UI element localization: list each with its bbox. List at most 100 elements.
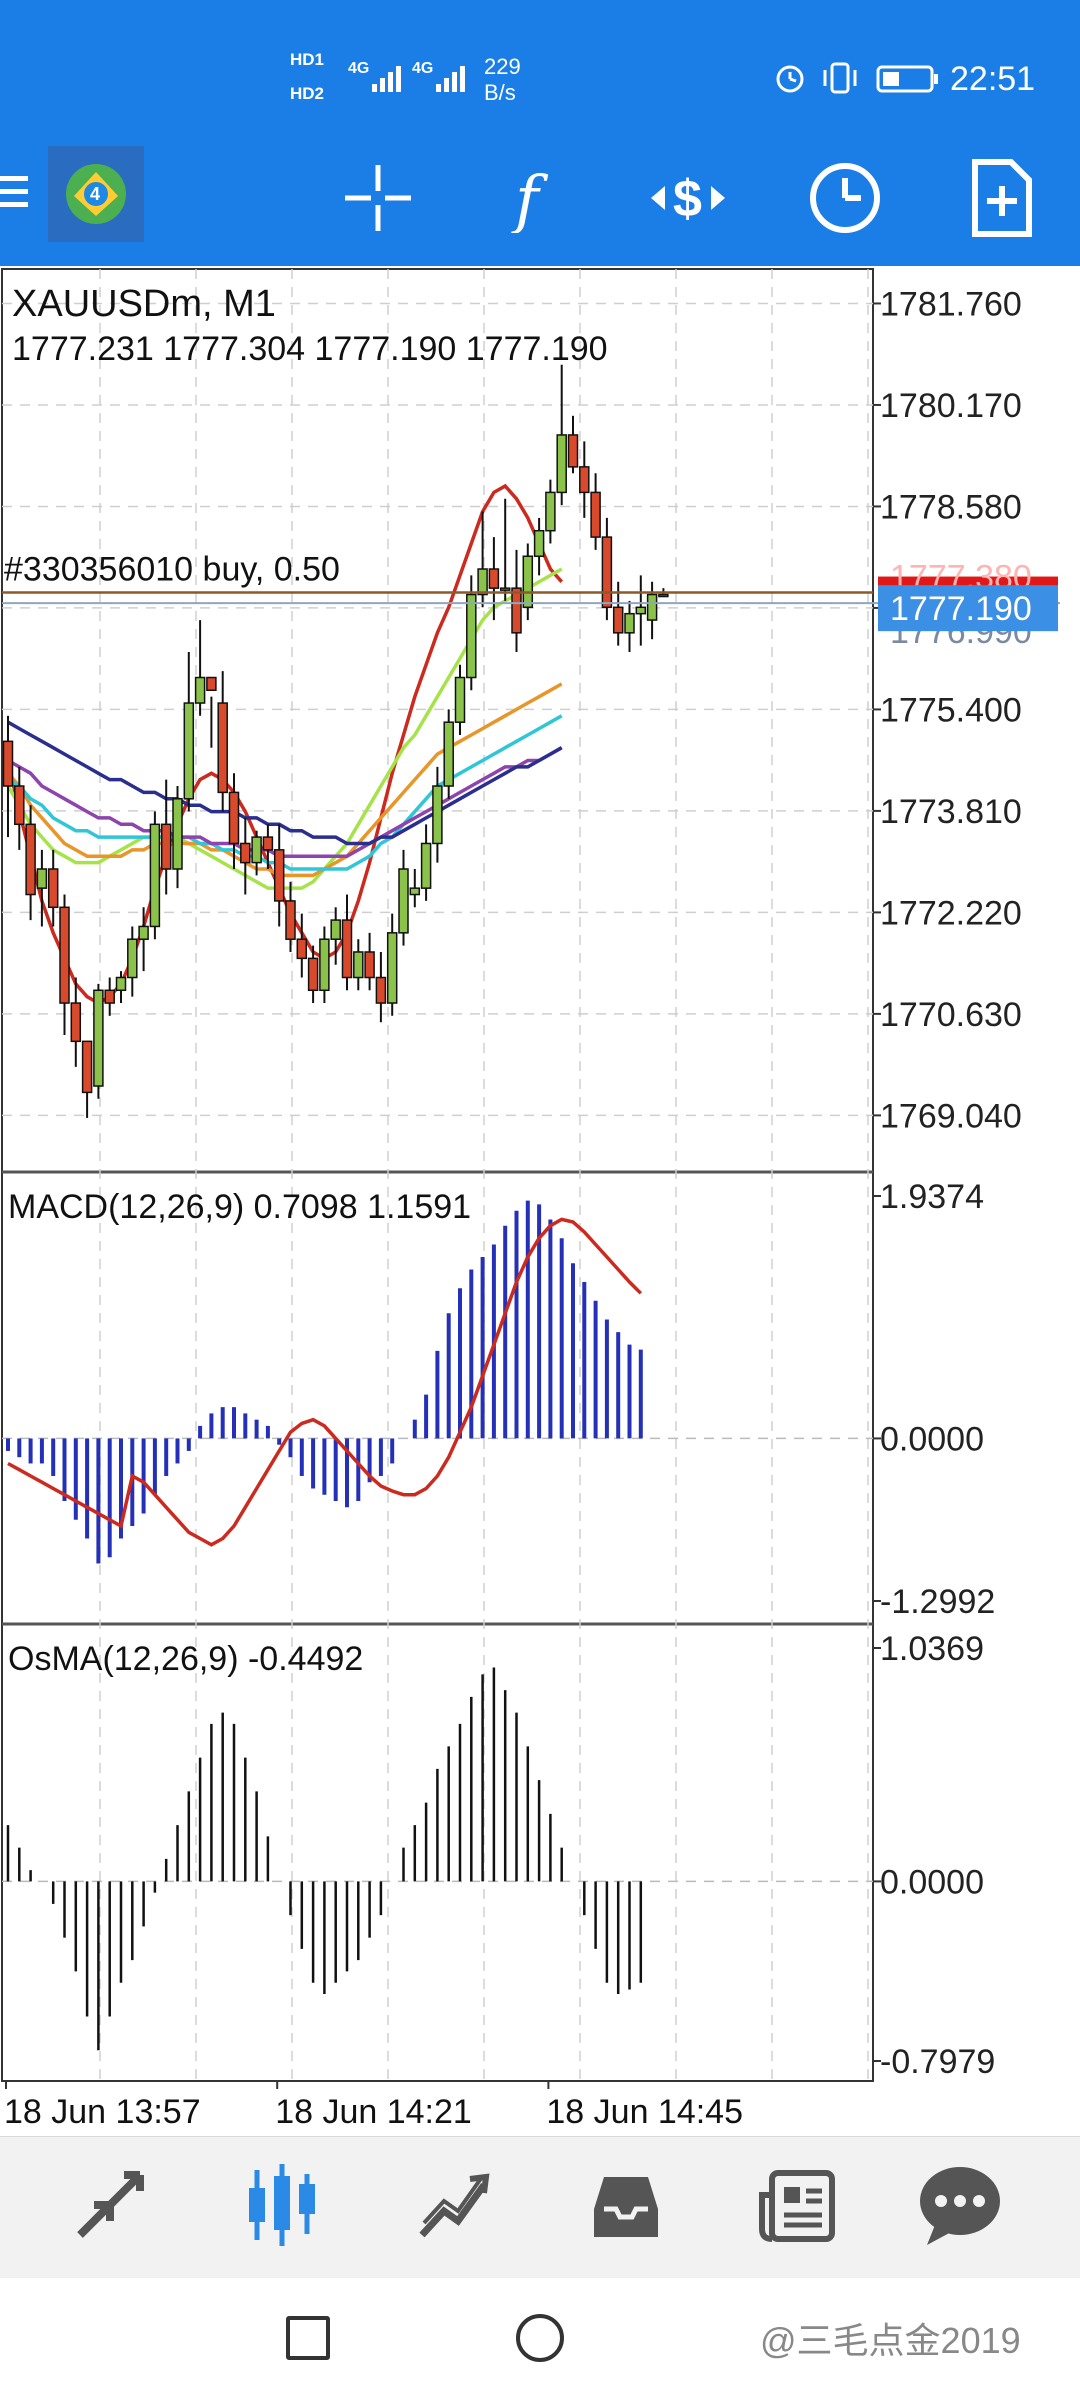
price-axis-label: 1770.630 <box>880 996 1022 1034</box>
price-axis-label: 1769.040 <box>880 1097 1022 1135</box>
home-icon[interactable] <box>516 2314 564 2362</box>
candle-body <box>386 932 398 1004</box>
mt4-logo-icon[interactable]: 4 <box>48 146 144 242</box>
vibrate-icon <box>823 62 857 94</box>
candle-body <box>25 823 36 896</box>
network-speed-value: 229 <box>484 54 521 79</box>
candle-body <box>160 823 172 870</box>
trade-icon[interactable] <box>394 2150 514 2260</box>
osma-title: OsMA(12,26,9) -0.4492 <box>8 1640 363 1678</box>
svg-text:$: $ <box>673 170 702 228</box>
candle-body <box>240 842 251 864</box>
menu-icon[interactable] <box>0 172 30 212</box>
trade-dollar-icon[interactable]: $ <box>638 148 738 248</box>
new-order-icon[interactable] <box>952 148 1052 248</box>
macd-axis-label: -1.2992 <box>880 1583 995 1621</box>
candle-body <box>432 785 443 845</box>
price-axis-label: 1780.170 <box>880 387 1022 425</box>
candle-body <box>499 587 511 591</box>
function-icon[interactable]: f <box>482 148 582 248</box>
candle-body <box>194 676 206 704</box>
chart-svg[interactable]: 1781.7601780.1701778.5801776.9901775.400… <box>0 266 1080 2136</box>
osma-axis-label: 1.0369 <box>880 1630 984 1668</box>
candle-body <box>511 587 522 634</box>
quotes-icon[interactable] <box>50 2150 170 2260</box>
alarm-icon <box>776 65 804 93</box>
candle-body <box>81 1040 93 1094</box>
crosshair-icon[interactable] <box>328 148 428 248</box>
macd-axis-label: 0.0000 <box>880 1420 984 1458</box>
clock-icon[interactable] <box>795 148 895 248</box>
candle-body <box>545 491 556 532</box>
chart-icon[interactable] <box>222 2150 342 2260</box>
hd2-indicator: HD2 <box>290 84 325 103</box>
candle-body <box>533 529 545 557</box>
time-axis-label: 18 Jun 14:21 <box>275 2093 472 2131</box>
chart-title: XAUUSDm, M1 <box>12 283 276 325</box>
candle-body <box>138 925 149 940</box>
network-type-1: 4G <box>348 60 370 77</box>
candle-body <box>443 721 454 787</box>
candle-body <box>262 836 274 851</box>
recent-apps-icon[interactable] <box>286 2316 330 2360</box>
candle-body <box>579 466 590 494</box>
chat-icon[interactable] <box>900 2150 1020 2260</box>
candle-body <box>115 976 127 992</box>
candle-body <box>567 434 579 468</box>
candle-body <box>217 702 228 794</box>
battery-icon <box>876 65 938 93</box>
macd-title: MACD(12,26,9) 0.7098 1.1591 <box>8 1188 471 1226</box>
history-icon[interactable] <box>566 2150 686 2260</box>
candle-body <box>488 568 500 589</box>
candle-body <box>420 842 432 889</box>
candle-body <box>307 957 319 992</box>
candle-body <box>635 606 647 615</box>
candle-body <box>454 676 466 723</box>
candle-body <box>601 536 613 609</box>
price-axis-label: 1781.760 <box>880 285 1022 323</box>
candle-body <box>466 593 477 679</box>
candle-body <box>206 676 217 692</box>
price-axis-label: 1778.580 <box>880 488 1022 526</box>
price-axis-label: 1775.400 <box>880 691 1022 729</box>
candle-body <box>104 989 115 1004</box>
svg-text:4: 4 <box>90 184 100 204</box>
chart-area[interactable]: 1781.7601780.1701778.5801776.9901775.400… <box>0 266 1080 2136</box>
svg-text:f: f <box>511 163 549 233</box>
candle-body <box>47 868 59 909</box>
candle-body <box>612 606 624 634</box>
current-price-label: 1777.190 <box>890 590 1032 628</box>
candle-body <box>183 702 195 800</box>
candle-body <box>375 976 387 1004</box>
candle-body <box>228 791 240 845</box>
candle-body <box>172 798 183 870</box>
candle-body <box>2 740 14 787</box>
news-icon[interactable] <box>738 2150 858 2260</box>
network-speed-unit: B/s <box>484 80 516 105</box>
candle-body <box>285 900 296 940</box>
candle-body <box>93 989 104 1087</box>
macd-axis-label: 1.9374 <box>880 1178 984 1216</box>
candle-body <box>296 938 308 960</box>
ohlc-readout: 1777.231 1777.304 1777.190 1777.190 <box>12 330 608 368</box>
candle-body <box>624 612 635 634</box>
candle-body <box>59 906 70 1004</box>
candle-body <box>409 887 421 896</box>
candle-body <box>36 868 48 889</box>
time-axis-label: 18 Jun 13:57 <box>4 2093 201 2131</box>
candle-body <box>364 951 375 979</box>
price-axis-label: 1772.220 <box>880 894 1022 932</box>
network-type-2: 4G <box>412 60 434 77</box>
candle-body <box>127 938 138 979</box>
candle-body <box>273 849 285 902</box>
osma-axis-label: 0.0000 <box>880 1863 984 1901</box>
candle-body <box>353 951 364 979</box>
candle-body <box>251 836 262 864</box>
candle-body <box>556 434 567 494</box>
candle-body <box>477 568 488 596</box>
candle-body <box>70 1002 82 1043</box>
candle-body <box>522 555 534 609</box>
candle-body <box>658 593 669 598</box>
candle-body <box>149 823 161 928</box>
signal-1-icon <box>372 66 401 92</box>
